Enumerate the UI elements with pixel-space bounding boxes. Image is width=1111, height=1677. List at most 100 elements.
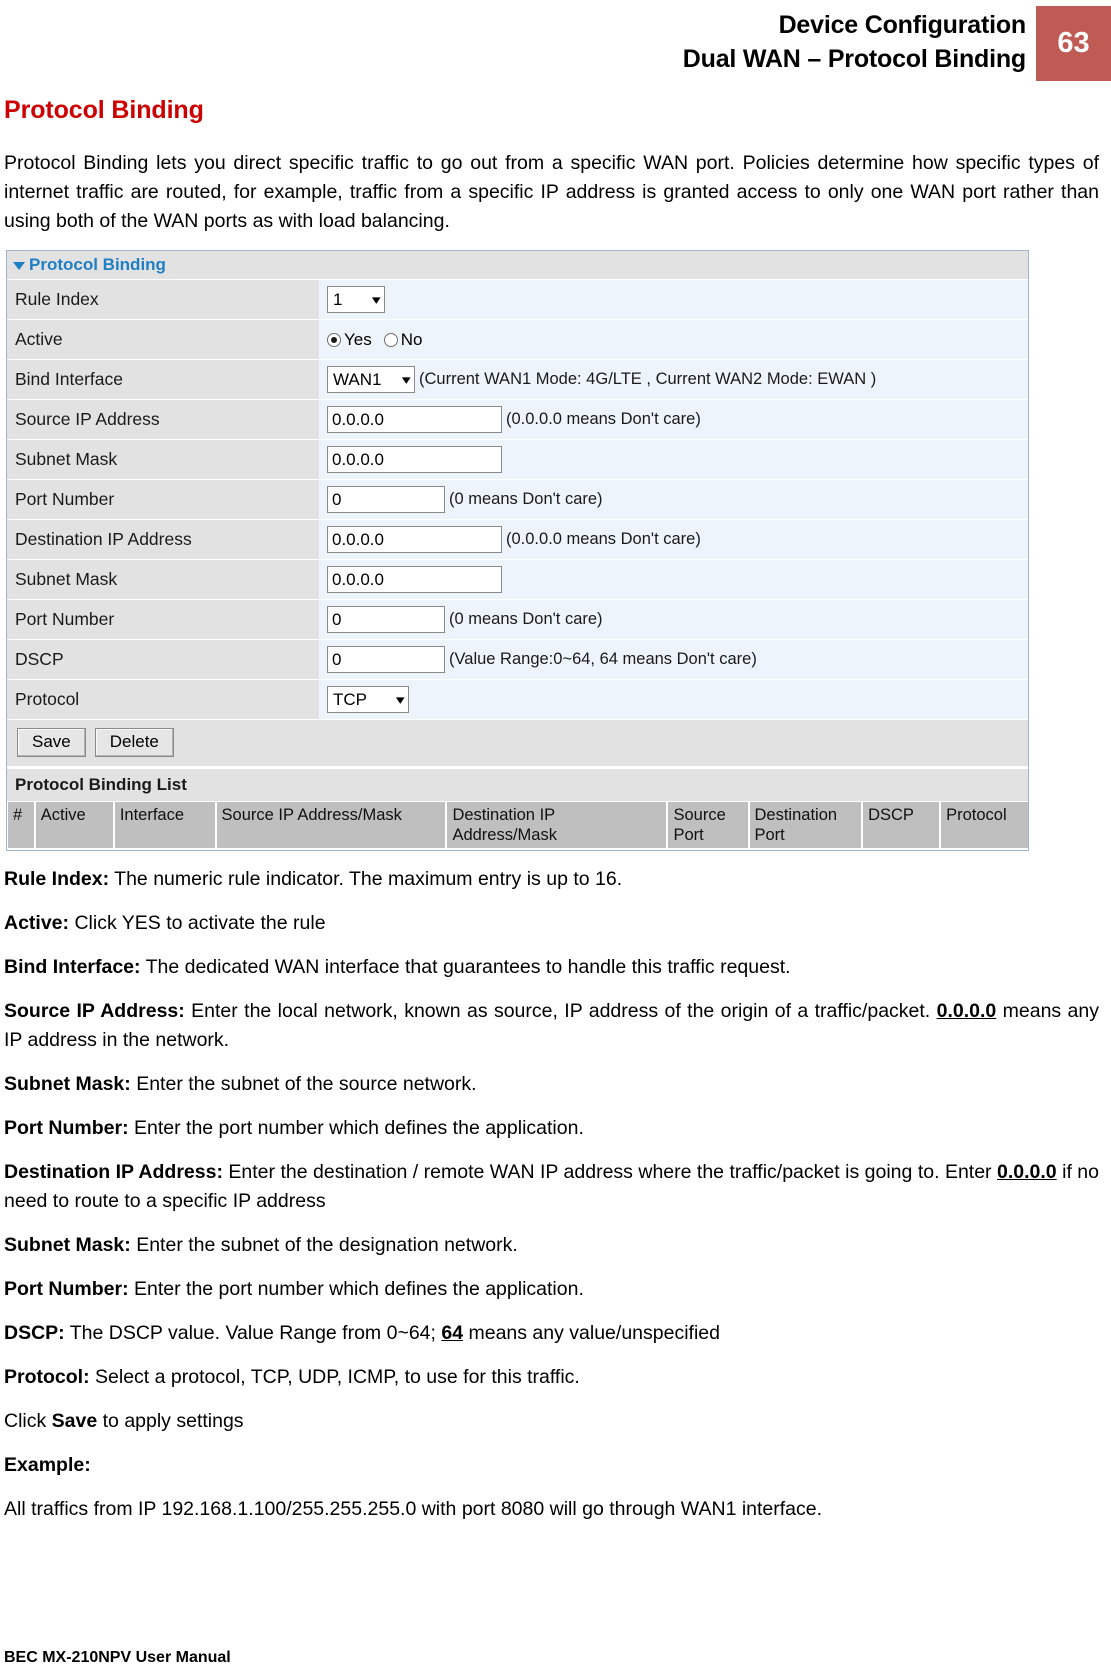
chevron-down-icon: ▾ <box>402 372 412 387</box>
chevron-down-icon: ▾ <box>396 692 406 707</box>
desc-text-bind-interface: The dedicated WAN interface that guarant… <box>140 956 791 978</box>
desc-term-dest-port: Port Number: <box>4 1278 129 1300</box>
desc-example-text: All traffics from IP 192.168.1.100/255.2… <box>4 1498 823 1520</box>
protocol-binding-list-header-row: # Active Interface Source IP Address/Mas… <box>7 802 1029 850</box>
bind-interface-value: WAN1 <box>333 369 382 389</box>
destination-ip-input[interactable]: 0.0.0.0 <box>327 526 502 553</box>
rule-index-select[interactable]: 1 ▾ <box>327 286 385 313</box>
dscp-label: DSCP <box>7 640 319 679</box>
desc-text-source-ip-1: Enter the local network, known as source… <box>184 1000 937 1022</box>
source-ip-hint: (0.0.0.0 means Don't care) <box>506 410 701 428</box>
column-header-dscp: DSCP <box>863 802 940 848</box>
desc-bind-interface: Bind Interface: The dedicated WAN interf… <box>4 953 1103 982</box>
desc-click-save-term: Save <box>51 1410 98 1432</box>
desc-text-dest-mask: Enter the subnet of the designation netw… <box>130 1234 518 1256</box>
desc-dscp: DSCP: The DSCP value. Value Range from 0… <box>4 1319 1103 1348</box>
source-ip-input[interactable]: 0.0.0.0 <box>327 406 502 433</box>
intro-paragraph: Protocol Binding lets you direct specifi… <box>4 152 1099 232</box>
page-title: Protocol Binding <box>4 96 204 124</box>
destination-ip-field: 0.0.0.0 (0.0.0.0 means Don't care) <box>319 520 1028 559</box>
source-port-field: 0 (0 means Don't care) <box>319 480 1028 519</box>
desc-example-heading: Example: <box>4 1451 1103 1480</box>
active-yes-label: Yes <box>344 329 372 349</box>
desc-term-bind-interface: Bind Interface: <box>4 956 141 978</box>
source-port-input[interactable]: 0 <box>327 486 445 513</box>
column-header-protocol: Protocol <box>941 802 1029 848</box>
delete-button[interactable]: Delete <box>94 728 174 757</box>
desc-click-save-post: to apply settings <box>97 1410 244 1432</box>
desc-source-port: Port Number: Enter the port number which… <box>4 1114 1103 1143</box>
active-radio-group: Yes No <box>327 330 429 350</box>
desc-source-mask: Subnet Mask: Enter the subnet of the sou… <box>4 1070 1103 1099</box>
form-row-source-port: Port Number 0 (0 means Don't care) <box>7 480 1028 520</box>
radio-yes-icon[interactable] <box>327 332 341 347</box>
desc-text-dscp-2: means any value/unspecified <box>463 1322 720 1344</box>
desc-source-ip: Source IP Address: Enter the local netwo… <box>4 997 1103 1055</box>
header-title-line-2: Dual WAN – Protocol Binding <box>682 45 1026 73</box>
desc-protocol: Protocol: Select a protocol, TCP, UDP, I… <box>4 1363 1103 1392</box>
desc-term-destination-ip: Destination IP Address: <box>4 1161 223 1183</box>
bind-interface-label: Bind Interface <box>7 360 319 399</box>
header-title-line-1: Device Configuration <box>778 11 1027 39</box>
source-port-label: Port Number <box>7 480 319 519</box>
panel-title: Protocol Binding <box>29 255 166 274</box>
desc-emphasis-source-ip: 0.0.0.0 <box>936 1000 997 1022</box>
source-subnet-mask-input[interactable]: 0.0.0.0 <box>327 446 502 473</box>
destination-port-input[interactable]: 0 <box>327 606 445 633</box>
active-no-label: No <box>400 329 423 349</box>
page-content: Protocol Binding Protocol Binding lets y… <box>0 96 1111 1524</box>
active-field: Yes No <box>319 320 1028 359</box>
desc-click-save: Click Save to apply settings <box>4 1407 1103 1436</box>
desc-emphasis-dscp: 64 <box>441 1322 464 1344</box>
dscp-field: 0 (Value Range:0~64, 64 means Don't care… <box>319 640 1028 679</box>
column-header-active: Active <box>35 802 113 848</box>
radio-no-icon[interactable] <box>383 332 398 347</box>
desc-rule-index: Rule Index: The numeric rule indicator. … <box>4 865 1103 894</box>
desc-text-protocol: Select a protocol, TCP, UDP, ICMP, to us… <box>89 1366 580 1388</box>
active-yes-option[interactable]: Yes <box>327 330 372 350</box>
active-label: Active <box>7 320 319 359</box>
form-button-bar: Save Delete <box>7 720 1028 769</box>
desc-term-protocol: Protocol: <box>4 1366 90 1388</box>
form-row-rule-index: Rule Index 1 ▾ <box>7 280 1028 320</box>
column-header-index: # <box>8 802 34 848</box>
column-header-dest-ip-mask: Destination IP Address/Mask <box>447 802 667 848</box>
desc-term-source-mask: Subnet Mask: <box>4 1073 131 1095</box>
desc-term-source-ip: Source IP Address: <box>4 1000 185 1022</box>
form-row-source-subnet-mask: Subnet Mask 0.0.0.0 <box>7 440 1028 480</box>
source-ip-label: Source IP Address <box>7 400 319 439</box>
active-no-option[interactable]: No <box>383 329 423 350</box>
footer-text: BEC MX-210NPV User Manual <box>4 1649 231 1666</box>
desc-term-active: Active: <box>4 912 70 934</box>
desc-text-dest-port: Enter the port number which defines the … <box>128 1278 584 1300</box>
destination-subnet-mask-input[interactable]: 0.0.0.0 <box>327 566 502 593</box>
chevron-down-icon: ▾ <box>372 292 382 307</box>
page-number-badge: 63 <box>1036 6 1111 81</box>
protocol-binding-screenshot: Protocol Binding Rule Index 1 ▾ Active Y… <box>6 250 1029 851</box>
form-row-active: Active Yes No <box>7 320 1028 360</box>
dscp-input[interactable]: 0 <box>327 646 445 673</box>
desc-text-destination-ip-1: Enter the destination / remote WAN IP ad… <box>222 1161 998 1183</box>
desc-text-rule-index: The numeric rule indicator. The maximum … <box>109 868 623 890</box>
desc-dest-port: Port Number: Enter the port number which… <box>4 1275 1103 1304</box>
desc-term-dscp: DSCP: <box>4 1322 65 1344</box>
desc-term-source-port: Port Number: <box>4 1117 129 1139</box>
destination-ip-label: Destination IP Address <box>7 520 319 559</box>
protocol-label: Protocol <box>7 680 319 719</box>
column-header-source-port: Source Port <box>668 802 748 848</box>
source-subnet-mask-label: Subnet Mask <box>7 440 319 479</box>
desc-active: Active: Click YES to activate the rule <box>4 909 1103 938</box>
protocol-field: TCP ▾ <box>319 680 1028 719</box>
save-button[interactable]: Save <box>17 728 86 757</box>
bind-interface-select[interactable]: WAN1 ▾ <box>327 366 415 393</box>
destination-port-hint: (0 means Don't care) <box>449 610 603 628</box>
collapse-triangle-icon[interactable] <box>13 262 25 270</box>
protocol-select[interactable]: TCP ▾ <box>327 686 409 713</box>
field-descriptions: Rule Index: The numeric rule indicator. … <box>4 865 1103 1524</box>
desc-destination-ip: Destination IP Address: Enter the destin… <box>4 1158 1103 1216</box>
panel-header[interactable]: Protocol Binding <box>7 251 1028 280</box>
destination-port-field: 0 (0 means Don't care) <box>319 600 1028 639</box>
dscp-hint: (Value Range:0~64, 64 means Don't care) <box>449 650 757 668</box>
page-header: Device Configuration Dual WAN – Protocol… <box>0 0 1111 81</box>
desc-term-dest-mask: Subnet Mask: <box>4 1234 131 1256</box>
